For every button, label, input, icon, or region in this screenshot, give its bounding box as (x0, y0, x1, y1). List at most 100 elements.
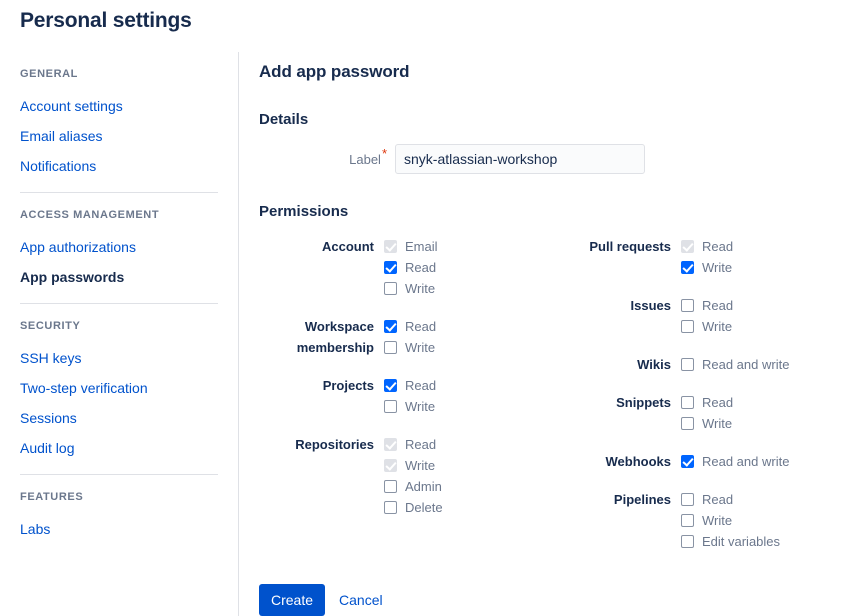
checkbox-delete-icon[interactable] (384, 501, 397, 514)
checkbox-row[interactable]: Write (681, 316, 733, 337)
checkbox-label: Write (405, 458, 435, 473)
sidebar-item-app-passwords[interactable]: App passwords (0, 262, 238, 292)
checkbox-write-icon[interactable] (384, 282, 397, 295)
checkbox-read-icon[interactable] (384, 320, 397, 333)
checkbox-read-and-write-icon[interactable] (681, 455, 694, 468)
checkbox-row[interactable]: Write (384, 396, 436, 417)
checkbox-label: Read and write (702, 454, 789, 469)
cancel-button[interactable]: Cancel (339, 592, 383, 608)
checkbox-label: Read (405, 378, 436, 393)
checkbox-row[interactable]: Write (384, 337, 436, 358)
checkbox-row[interactable]: Read (384, 375, 436, 396)
checkbox-label: Write (405, 399, 435, 414)
permission-group: PipelinesReadWriteEdit variables (571, 489, 842, 552)
checkbox-row[interactable]: Read (384, 434, 443, 455)
checkbox-edit-variables-icon[interactable] (681, 535, 694, 548)
checkbox-row[interactable]: Write (384, 278, 438, 299)
sidebar: GENERALAccount settingsEmail aliasesNoti… (0, 52, 238, 616)
checkbox-row[interactable]: Admin (384, 476, 443, 497)
sidebar-divider (20, 192, 218, 193)
label-input[interactable] (395, 144, 645, 174)
checkbox-read-icon (384, 438, 397, 451)
form-actions: Create Cancel (259, 584, 842, 616)
sidebar-item-email-aliases[interactable]: Email aliases (0, 121, 238, 151)
checkbox-read-icon (681, 240, 694, 253)
checkbox-row[interactable]: Write (681, 510, 780, 531)
checkbox-write-icon[interactable] (681, 514, 694, 527)
permission-options: Read and write (681, 451, 789, 472)
checkbox-read-icon[interactable] (384, 261, 397, 274)
sidebar-divider (20, 474, 218, 475)
checkbox-label: Write (702, 416, 732, 431)
checkbox-read-icon[interactable] (681, 299, 694, 312)
sidebar-item-app-authorizations[interactable]: App authorizations (0, 232, 238, 262)
checkbox-label: Read (405, 260, 436, 275)
checkbox-write-icon[interactable] (384, 341, 397, 354)
label-field-label: Label* (259, 152, 395, 167)
permission-group: WebhooksRead and write (571, 451, 842, 472)
checkbox-write-icon[interactable] (681, 261, 694, 274)
permission-options: Read Write (681, 295, 733, 337)
checkbox-row[interactable]: Read (384, 257, 438, 278)
permission-group-label: Pull requests (571, 236, 681, 278)
checkbox-row[interactable]: Read (681, 295, 733, 316)
checkbox-row[interactable]: Read (681, 236, 733, 257)
checkbox-read-icon[interactable] (681, 396, 694, 409)
checkbox-admin-icon[interactable] (384, 480, 397, 493)
permission-group: Projects Read Write (259, 375, 521, 417)
checkbox-row[interactable]: Write (681, 257, 733, 278)
permission-options: Read Write (681, 392, 733, 434)
sidebar-item-ssh-keys[interactable]: SSH keys (0, 343, 238, 373)
checkbox-write-icon[interactable] (681, 417, 694, 430)
checkbox-label: Edit variables (702, 534, 780, 549)
sidebar-item-two-step-verification[interactable]: Two-step verification (0, 373, 238, 403)
checkbox-write-icon[interactable] (384, 400, 397, 413)
label-field-label-text: Label (349, 152, 381, 167)
permission-group-label: Repositories (259, 434, 384, 518)
sidebar-item-notifications[interactable]: Notifications (0, 151, 238, 181)
checkbox-row[interactable]: Read (384, 316, 436, 337)
checkbox-label: Delete (405, 500, 443, 515)
checkbox-read-icon[interactable] (384, 379, 397, 392)
label-field-row: Label* (259, 144, 842, 174)
checkbox-label: Read (702, 298, 733, 313)
permission-group-label: Wikis (571, 354, 681, 375)
sidebar-item-labs[interactable]: Labs (0, 514, 238, 544)
permission-group-label: Issues (571, 295, 681, 337)
sidebar-item-audit-log[interactable]: Audit log (0, 433, 238, 463)
checkbox-row[interactable]: Read and write (681, 354, 789, 375)
required-asterisk: * (382, 146, 387, 161)
checkbox-read-and-write-icon[interactable] (681, 358, 694, 371)
main-content: Add app password Details Label* Permissi… (259, 52, 842, 616)
page-title: Personal settings (20, 9, 192, 33)
permission-options: Read and write (681, 354, 789, 375)
permission-group: Issues Read Write (571, 295, 842, 337)
checkbox-row[interactable]: Write (681, 413, 733, 434)
checkbox-write-icon[interactable] (681, 320, 694, 333)
checkbox-row[interactable]: Edit variables (681, 531, 780, 552)
permission-group: WikisRead and write (571, 354, 842, 375)
checkbox-label: Read (702, 492, 733, 507)
permission-group: Workspace membershipReadWrite (259, 316, 521, 358)
checkbox-row[interactable]: Write (384, 455, 443, 476)
sidebar-section-title: FEATURES (0, 491, 238, 503)
create-button[interactable]: Create (259, 584, 325, 616)
sidebar-divider (20, 303, 218, 304)
checkbox-label: Write (702, 513, 732, 528)
checkbox-row[interactable]: Email (384, 236, 438, 257)
checkbox-row[interactable]: Read (681, 489, 780, 510)
permission-options: ReadWrite (384, 316, 436, 358)
sidebar-item-account-settings[interactable]: Account settings (0, 91, 238, 121)
permission-group-label: Projects (259, 375, 384, 417)
permissions-section-title: Permissions (259, 203, 842, 220)
checkbox-read-icon[interactable] (681, 493, 694, 506)
permission-group: Account Email Read Write (259, 236, 521, 299)
checkbox-row[interactable]: Read and write (681, 451, 789, 472)
permission-options: Email Read Write (384, 236, 438, 299)
sidebar-item-sessions[interactable]: Sessions (0, 403, 238, 433)
checkbox-row[interactable]: Read (681, 392, 733, 413)
checkbox-label: Email (405, 239, 438, 254)
checkbox-label: Read (405, 437, 436, 452)
permission-group-label: Account (259, 236, 384, 299)
checkbox-row[interactable]: Delete (384, 497, 443, 518)
